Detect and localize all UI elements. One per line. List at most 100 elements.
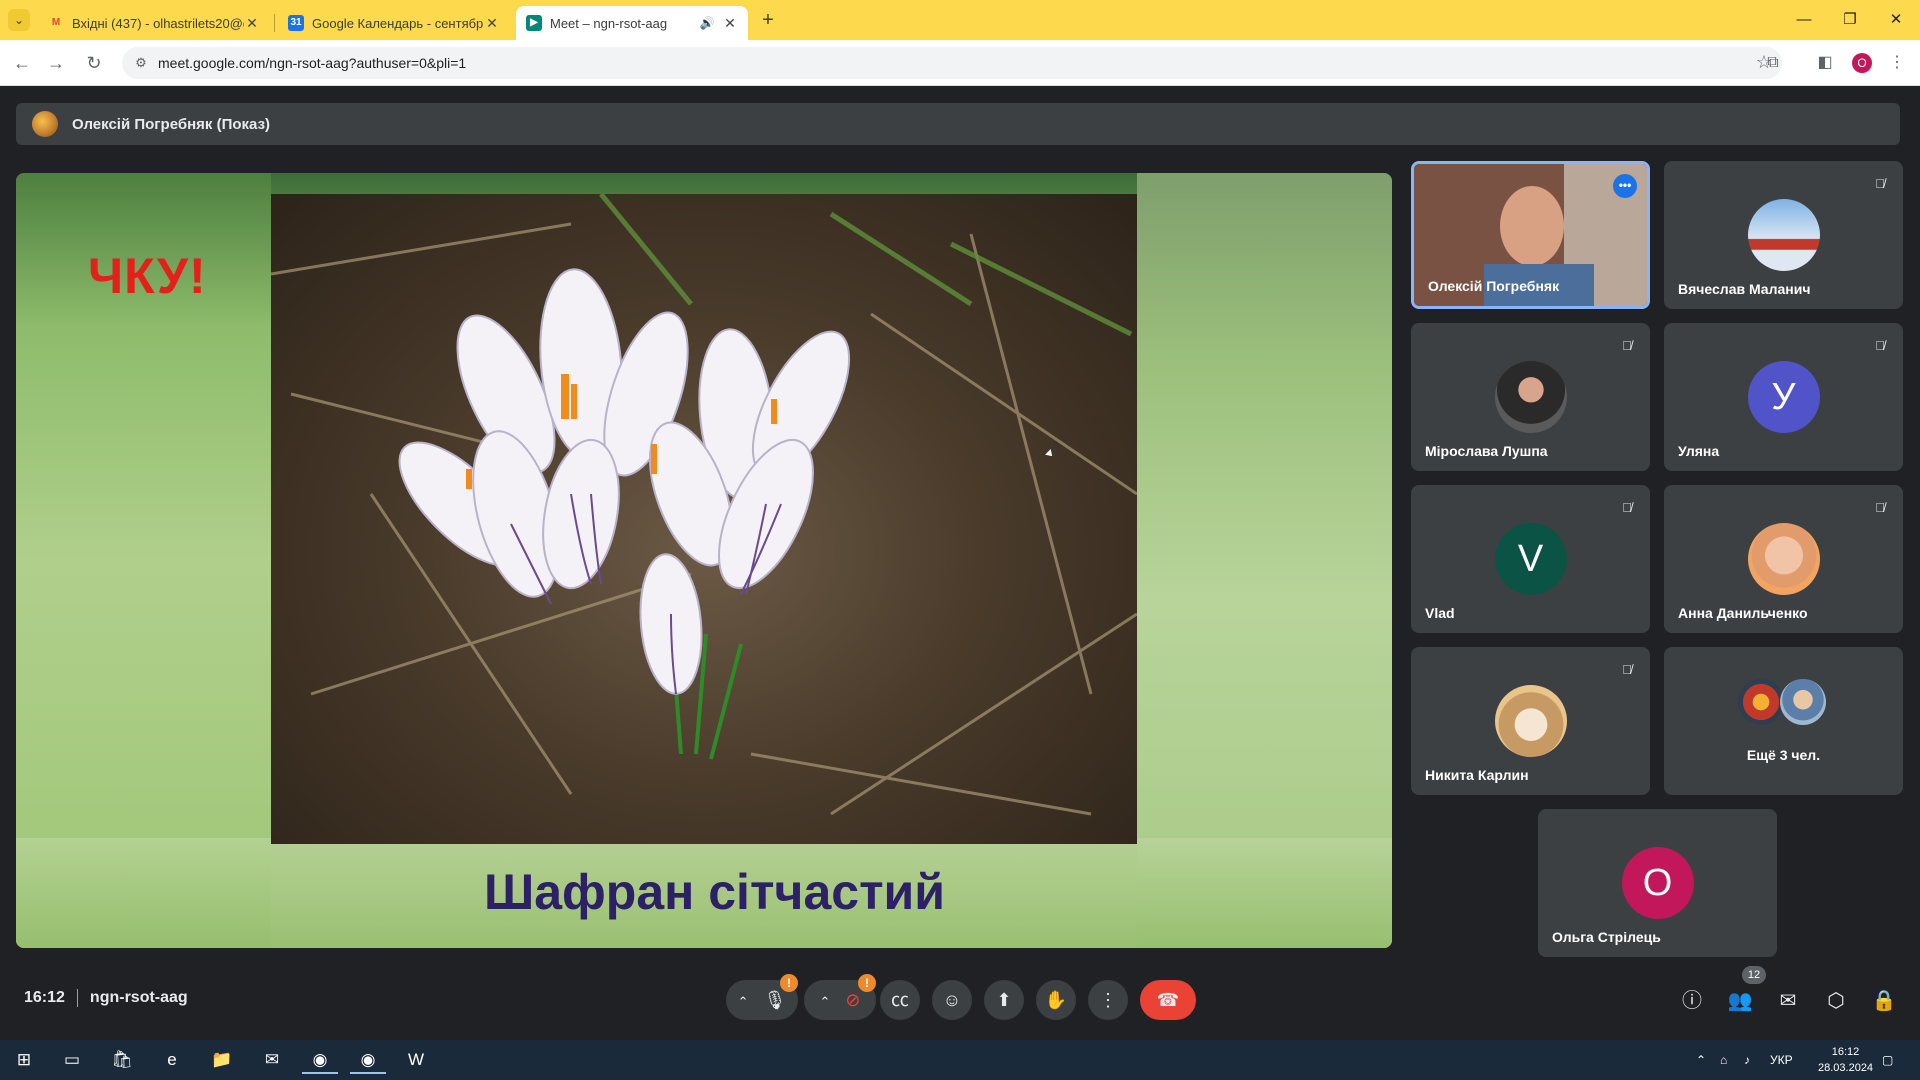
file-explorer-icon[interactable]: 📁 — [204, 1046, 240, 1074]
slide-caption: Шафран сітчастий — [484, 864, 946, 920]
participant-tile[interactable]: 🎙̸ Міpослава Лушпа — [1411, 323, 1650, 471]
participant-tile[interactable]: V 🎙̸ Vlad — [1411, 485, 1650, 633]
tab-search-button[interactable]: ⌄ — [8, 9, 30, 31]
mail-icon[interactable]: ✉ — [254, 1046, 290, 1074]
crocus-illustration — [271, 194, 1137, 816]
participant-tile[interactable]: 🎙̸ Вячеслав Маланич — [1664, 161, 1903, 309]
store-icon[interactable]: 🛍 — [104, 1046, 140, 1074]
avatar — [1747, 199, 1820, 271]
camera-control[interactable]: ⌃ ⊘ ! — [804, 974, 876, 1020]
chevron-up-icon[interactable]: ⌃ — [738, 994, 749, 1009]
leave-call-button[interactable]: ☎ — [1140, 980, 1196, 1020]
new-tab-button[interactable]: + — [756, 9, 780, 33]
meeting-details-icon[interactable]: ⓘ — [1678, 987, 1706, 1015]
chat-icon[interactable]: ✉ — [1774, 987, 1802, 1015]
avatar — [1747, 523, 1820, 595]
forward-icon[interactable]: → — [44, 51, 68, 75]
back-icon[interactable]: ← — [10, 51, 34, 75]
tray-overflow-icon[interactable]: ⌃ — [1696, 1040, 1706, 1080]
hand-icon: ✋ — [1044, 990, 1068, 1010]
close-tab-icon[interactable]: ✕ — [722, 15, 738, 32]
extensions-icon[interactable]: ⧉ — [1762, 52, 1784, 74]
warning-badge: ! — [858, 974, 876, 992]
presenter-label: Олексій Погребняк (Показ) — [72, 115, 271, 133]
edge-icon[interactable]: e — [154, 1046, 190, 1074]
meeting-code: ngn-rsot-aag — [89, 989, 188, 1006]
word-icon[interactable]: W — [398, 1046, 434, 1074]
participant-name: Ольга Стрілець — [1552, 929, 1661, 945]
network-icon[interactable]: ⌂ — [1720, 1040, 1727, 1080]
participant-tile-speaking[interactable]: ••• Олексій Погребняк — [1411, 161, 1650, 309]
close-tab-icon[interactable]: ✕ — [244, 15, 260, 32]
side-panel-icon[interactable]: ◧ — [1814, 52, 1836, 74]
participant-tile[interactable]: 🎙̸ Анна Данильченко — [1664, 485, 1903, 633]
participant-name: Никита Карлин — [1425, 767, 1529, 783]
tab-calendar[interactable]: 31 Google Календарь - сентябрь ✕ — [278, 6, 510, 40]
task-view-icon[interactable]: ▭ — [54, 1046, 90, 1074]
more-options-button[interactable]: ⋮ — [1088, 980, 1128, 1020]
mic-control[interactable]: ⌃ 🎙 ! — [726, 974, 798, 1020]
presentation-stage: ЧКУ! Шафран сітчастий — [16, 173, 1392, 948]
tab-meet[interactable]: ▶ Meet – ngn-rsot-aag 🔊 ✕ — [516, 6, 748, 40]
present-button[interactable]: ⬆ — [984, 980, 1024, 1020]
meeting-time: 16:12 — [24, 989, 65, 1006]
tab-title: Google Календарь - сентябрь — [312, 15, 484, 31]
system-clock[interactable]: 16:12 28.03.2024 — [1818, 1044, 1873, 1076]
participant-name: Вячеслав Маланич — [1678, 281, 1811, 297]
clock-date: 28.03.2024 — [1818, 1062, 1874, 1074]
chevron-up-icon[interactable]: ⌃ — [819, 994, 830, 1009]
volume-icon[interactable]: ♪ — [1744, 1040, 1750, 1080]
address-bar[interactable]: ⚙ meet.google.com/ngn-rsot-aag?authuser=… — [122, 47, 1782, 79]
language-indicator[interactable]: УКР — [1770, 1040, 1793, 1080]
avatar: O — [1621, 847, 1694, 919]
hang-up-icon: ☎ — [1156, 990, 1180, 1010]
meeting-info: 16:12 ngn-rsot-aag — [24, 989, 188, 1007]
tab-title: Meet – ngn-rsot-aag — [550, 15, 668, 31]
participant-tile[interactable]: У 🎙̸ Уляна — [1664, 323, 1903, 471]
participant-name: Олексій Погребняк — [1428, 278, 1560, 294]
participant-name: Міpослава Лушпа — [1425, 443, 1548, 459]
reactions-button[interactable]: ☺ — [932, 980, 972, 1020]
more-options-icon[interactable]: ••• — [1613, 174, 1637, 198]
captions-button[interactable]: ㏄ — [880, 980, 920, 1020]
reload-icon[interactable]: ↻ — [82, 51, 106, 75]
activities-icon[interactable]: ⬡ — [1822, 987, 1850, 1015]
people-icon[interactable]: 👥 — [1726, 987, 1754, 1015]
site-info-icon[interactable]: ⚙ — [132, 54, 150, 72]
gmail-icon: M — [51, 17, 61, 28]
participant-tile[interactable]: O Ольга Стрілець — [1538, 809, 1777, 957]
more-vert-icon: ⋮ — [1099, 990, 1117, 1010]
present-screen-icon: ⬆ — [996, 990, 1012, 1010]
chrome-menu-icon[interactable]: ⋮ — [1886, 52, 1908, 74]
mic-icon[interactable]: 🎙 — [764, 990, 787, 1010]
close-tab-icon[interactable]: ✕ — [484, 15, 500, 32]
windows-taskbar: ⊞ ▭ 🛍 e 📁 ✉ ◉ ◉ W ⌃ ⌂ ♪ УКР 16:12 28.03.… — [0, 1040, 1920, 1080]
mic-off-icon: 🎙̸ — [1622, 662, 1632, 677]
participant-tile[interactable]: 🎙̸ Никита Карлин — [1411, 647, 1650, 795]
raise-hand-button[interactable]: ✋ — [1036, 980, 1076, 1020]
windows-start-icon[interactable]: ⊞ — [6, 1046, 42, 1074]
browser-tab-strip: ⌄ M Вхідні (437) - olhastrilets20@gm ✕ 3… — [0, 0, 1920, 40]
close-window-icon[interactable]: ✕ — [1873, 0, 1919, 40]
camera-off-icon[interactable]: ⊘ — [845, 990, 860, 1010]
restore-icon[interactable]: ❐ — [1827, 0, 1873, 40]
chrome-icon[interactable]: ◉ — [350, 1046, 386, 1074]
minimize-icon[interactable]: — — [1781, 0, 1827, 40]
profile-avatar[interactable]: O — [1852, 53, 1872, 73]
participant-name: Уляна — [1678, 443, 1720, 459]
chrome-icon[interactable]: ◉ — [302, 1046, 338, 1074]
mic-off-icon: 🎙̸ — [1622, 500, 1632, 515]
host-controls-icon[interactable]: 🔒 — [1870, 987, 1898, 1015]
url-text[interactable]: meet.google.com/ngn-rsot-aag?authuser=0&… — [158, 55, 466, 71]
tab-gmail[interactable]: M Вхідні (437) - olhastrilets20@gm ✕ — [38, 6, 270, 40]
clock-time: 16:12 — [1831, 1046, 1860, 1058]
presenter-bar: Олексій Погребняк (Показ) — [16, 103, 1900, 145]
others-tile[interactable]: Ещё 3 чел. — [1664, 647, 1903, 795]
mic-off-icon: 🎙̸ — [1875, 500, 1885, 515]
avatar — [1780, 679, 1826, 725]
notifications-icon[interactable]: ▢ — [1882, 1040, 1893, 1080]
warning-badge: ! — [780, 974, 798, 992]
divider — [76, 989, 78, 1007]
tab-divider — [274, 14, 275, 32]
audio-playing-icon[interactable]: 🔊 — [698, 16, 716, 30]
